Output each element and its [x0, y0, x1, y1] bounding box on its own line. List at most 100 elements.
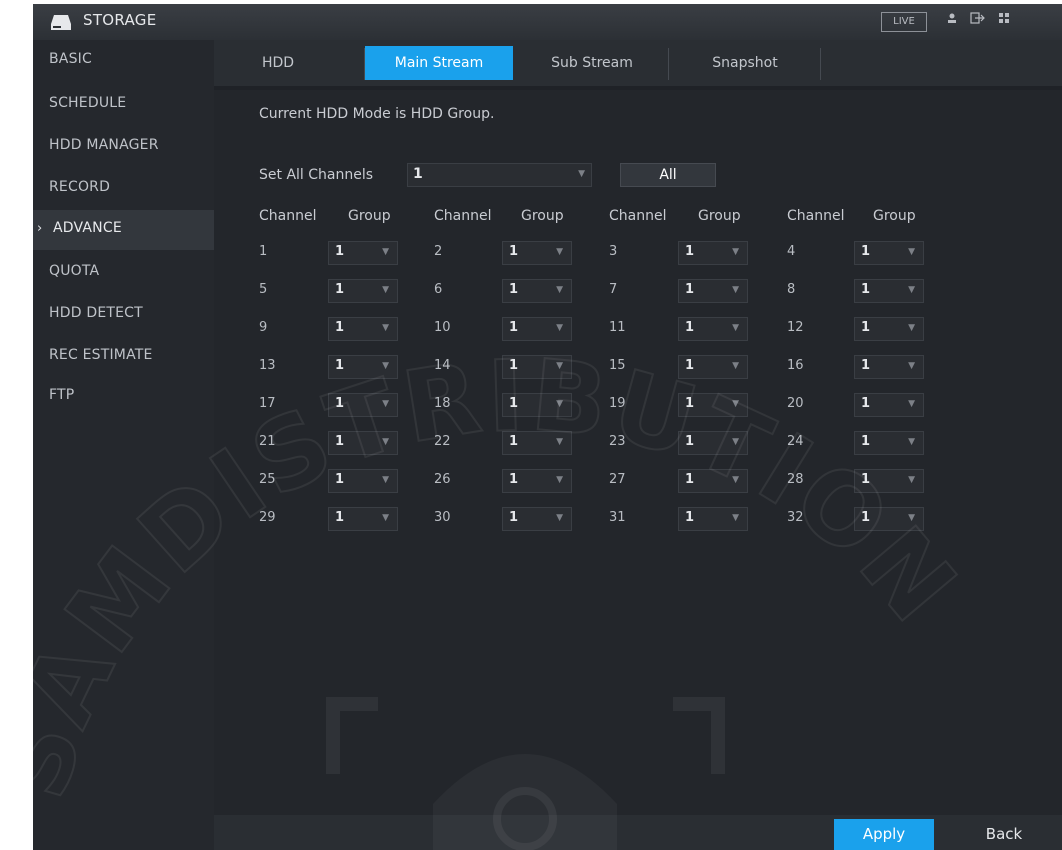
- group-select[interactable]: 1 ▼: [502, 279, 572, 303]
- sidebar-item-record[interactable]: RECORD: [49, 179, 110, 195]
- group-select[interactable]: 1 ▼: [678, 431, 748, 455]
- group-select[interactable]: 1 ▼: [854, 393, 924, 417]
- chevron-down-icon: ▼: [382, 475, 389, 485]
- channel-number: 10: [434, 320, 451, 335]
- chevron-down-icon: ▼: [908, 247, 915, 257]
- group-value: 1: [509, 434, 519, 449]
- group-value: 1: [509, 244, 519, 259]
- sidebar-item-hdd-manager[interactable]: HDD MANAGER: [49, 137, 159, 153]
- live-button[interactable]: LIVE: [881, 12, 927, 32]
- channel-number: 9: [259, 320, 268, 335]
- group-header: Group: [698, 208, 741, 224]
- group-select[interactable]: 1 ▼: [328, 241, 398, 265]
- group-value: 1: [861, 472, 871, 487]
- group-value: 1: [335, 510, 345, 525]
- channel-number: 18: [434, 396, 451, 411]
- group-value: 1: [685, 244, 695, 259]
- apply-button[interactable]: Apply: [834, 819, 934, 850]
- user-icon[interactable]: [946, 12, 958, 24]
- sidebar-item-basic[interactable]: BASIC: [49, 51, 92, 67]
- channel-number: 19: [609, 396, 626, 411]
- channel-number: 30: [434, 510, 451, 525]
- group-select[interactable]: 1 ▼: [854, 507, 924, 531]
- group-select[interactable]: 1 ▼: [328, 355, 398, 379]
- group-select[interactable]: 1 ▼: [854, 469, 924, 493]
- all-button[interactable]: All: [620, 163, 716, 187]
- channel-number: 16: [787, 358, 804, 373]
- sidebar-item-schedule[interactable]: SCHEDULE: [49, 95, 126, 111]
- chevron-down-icon: ▼: [732, 323, 739, 333]
- channel-header: Channel: [609, 208, 667, 224]
- group-value: 1: [335, 358, 345, 373]
- group-select[interactable]: 1 ▼: [678, 279, 748, 303]
- sidebar-item-ftp[interactable]: FTP: [49, 387, 74, 403]
- channel-number: 31: [609, 510, 626, 525]
- tab-hdd[interactable]: HDD: [248, 46, 308, 80]
- chevron-down-icon: ▼: [732, 513, 739, 523]
- grid-icon[interactable]: [998, 12, 1010, 24]
- group-value: 1: [685, 472, 695, 487]
- group-value: 1: [861, 282, 871, 297]
- tab-main-stream[interactable]: Main Stream: [365, 46, 513, 80]
- storage-icon: [51, 15, 71, 30]
- group-select[interactable]: 1 ▼: [678, 393, 748, 417]
- sidebar-item-quota[interactable]: QUOTA: [49, 263, 99, 279]
- chevron-down-icon: ▼: [556, 323, 563, 333]
- sidebar-item-rec-estimate[interactable]: REC ESTIMATE: [49, 347, 153, 363]
- group-header: Group: [521, 208, 564, 224]
- group-value: 1: [861, 510, 871, 525]
- hdd-mode-text: Current HDD Mode is HDD Group.: [259, 106, 495, 122]
- group-value: 1: [335, 320, 345, 335]
- group-value: 1: [685, 320, 695, 335]
- channel-number: 2: [434, 244, 443, 259]
- group-select[interactable]: 1 ▼: [328, 469, 398, 493]
- group-select[interactable]: 1 ▼: [502, 507, 572, 531]
- group-select[interactable]: 1 ▼: [502, 241, 572, 265]
- group-select[interactable]: 1 ▼: [678, 469, 748, 493]
- group-value: 1: [335, 396, 345, 411]
- tab-snapshot[interactable]: Snapshot: [670, 46, 820, 80]
- group-select[interactable]: 1 ▼: [678, 241, 748, 265]
- back-button[interactable]: Back: [954, 819, 1054, 850]
- group-select[interactable]: 1 ▼: [502, 431, 572, 455]
- set-all-channels-label: Set All Channels: [259, 167, 374, 183]
- group-value: 1: [861, 320, 871, 335]
- chevron-down-icon: ▼: [908, 323, 915, 333]
- group-select[interactable]: 1 ▼: [854, 355, 924, 379]
- set-all-channels-select[interactable]: 1 ▼: [407, 163, 592, 187]
- group-select[interactable]: 1 ▼: [854, 317, 924, 341]
- chevron-down-icon: ▼: [382, 437, 389, 447]
- chevron-down-icon: ▼: [732, 361, 739, 371]
- chevron-down-icon: ▼: [382, 247, 389, 257]
- group-select[interactable]: 1 ▼: [502, 469, 572, 493]
- logout-icon[interactable]: [970, 12, 986, 24]
- sidebar-item-hdd-detect[interactable]: HDD DETECT: [49, 305, 143, 321]
- channel-number: 21: [259, 434, 276, 449]
- group-value: 1: [509, 510, 519, 525]
- group-select[interactable]: 1 ▼: [328, 279, 398, 303]
- channel-number: 3: [609, 244, 618, 259]
- group-select[interactable]: 1 ▼: [678, 355, 748, 379]
- group-select[interactable]: 1 ▼: [328, 393, 398, 417]
- group-value: 1: [861, 244, 871, 259]
- group-select[interactable]: 1 ▼: [678, 507, 748, 531]
- chevron-down-icon: ▼: [732, 247, 739, 257]
- group-select[interactable]: 1 ▼: [854, 279, 924, 303]
- group-select[interactable]: 1 ▼: [502, 393, 572, 417]
- group-select[interactable]: 1 ▼: [678, 317, 748, 341]
- chevron-right-icon: ›: [37, 221, 43, 236]
- group-select[interactable]: 1 ▼: [854, 431, 924, 455]
- group-value: 1: [685, 434, 695, 449]
- footer-bar: Apply Back: [214, 815, 1062, 850]
- group-select[interactable]: 1 ▼: [502, 317, 572, 341]
- tab-sub-stream[interactable]: Sub Stream: [517, 46, 667, 80]
- chevron-down-icon: ▼: [382, 513, 389, 523]
- group-value: 1: [335, 472, 345, 487]
- chevron-down-icon: ▼: [382, 285, 389, 295]
- group-select[interactable]: 1 ▼: [328, 431, 398, 455]
- group-select[interactable]: 1 ▼: [854, 241, 924, 265]
- sidebar-item-advance[interactable]: ADVANCE: [53, 220, 122, 236]
- group-select[interactable]: 1 ▼: [502, 355, 572, 379]
- group-select[interactable]: 1 ▼: [328, 507, 398, 531]
- group-select[interactable]: 1 ▼: [328, 317, 398, 341]
